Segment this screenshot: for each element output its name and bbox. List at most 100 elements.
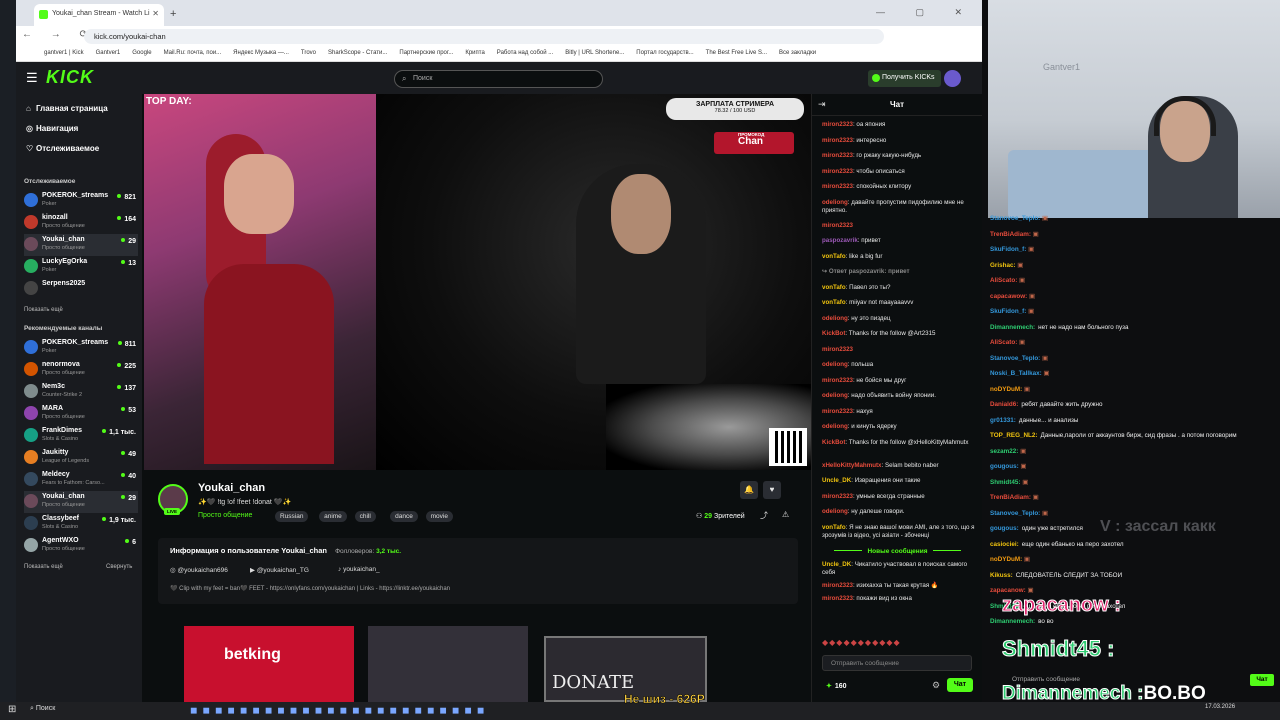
chat-username[interactable]: vonTafo (822, 284, 846, 291)
chat-username[interactable]: miron2323 (822, 168, 853, 175)
bookmark-item[interactable]: Крипта (465, 50, 484, 56)
sidebar-channel[interactable]: Youkai_chan Просто общение 29 (24, 491, 138, 513)
url-field[interactable]: kick.com/youkai-chan (84, 29, 884, 44)
sidebar-channel[interactable]: kinozall Просто общение 164 (24, 212, 138, 234)
bookmark-item[interactable]: Яндекс Музыка —... (233, 50, 289, 56)
sidebar-channel[interactable]: MARA Просто общение 53 (24, 403, 138, 425)
chat-username[interactable]: odeliong (822, 423, 848, 430)
bookmark-item[interactable]: gantver1 | Kick (44, 50, 84, 56)
chat-username[interactable]: miron2323 (822, 595, 853, 602)
panel-betking[interactable]: betking (184, 626, 354, 702)
social-tiktok[interactable]: ♪ youkaichan_ (338, 566, 380, 573)
sidebar-nav-item[interactable]: ⌂ Главная страница (26, 104, 108, 113)
browser-tab[interactable]: Youkai_chan Stream - Watch Li ✕ (34, 4, 164, 26)
chat-username[interactable]: KickBot (822, 330, 845, 337)
category-tag[interactable]: anime (319, 511, 347, 522)
video-player[interactable]: TOP DAY: ЗАРПЛАТА СТРИМЕРА 78.32 / 100 U… (144, 94, 811, 470)
bookmark-item[interactable]: Партнерские прог... (399, 50, 453, 56)
sidebar-channel[interactable]: Classybeef Slots & Casino 1,9 тыс. (24, 513, 138, 535)
bookmark-item[interactable]: Работа над собой ... (497, 50, 553, 56)
send-chat-button[interactable]: Чат (947, 678, 973, 692)
kick-logo[interactable]: KICK (46, 67, 94, 88)
sidebar-channel[interactable]: FrankDimes Slots & Casino 1,1 тыс. (24, 425, 138, 447)
get-kicks-button[interactable]: Получить KICKs (868, 70, 941, 87)
chat-username[interactable]: vonTafo (822, 253, 846, 260)
panel-image[interactable] (368, 626, 528, 702)
start-icon[interactable]: ⊞ (8, 704, 16, 715)
collapse-link[interactable]: Свернуть (106, 564, 132, 570)
chat-username[interactable]: odeliong (822, 508, 848, 515)
share-icon[interactable]: ⤴ (760, 510, 768, 521)
follow-heart-icon[interactable]: ♥ (763, 481, 781, 499)
channel-name[interactable]: Youkai_chan (198, 482, 265, 494)
chat-username[interactable]: miron2323 (822, 377, 853, 384)
bookmark-item[interactable]: The Best Free Live S... (706, 50, 767, 56)
chat-username[interactable]: odeliong (822, 392, 848, 399)
social-youtube[interactable]: ▶ @youkaichan_TG (250, 566, 309, 574)
show-more-link[interactable]: Показать ещё (24, 307, 63, 313)
category-tag[interactable]: movie (425, 511, 453, 522)
taskbar-app-icons[interactable]: ◼◼◼◼◼◼◼◼◼◼◼◼◼◼◼◼◼◼◼◼◼◼◼◼ (190, 705, 489, 716)
chat-username[interactable]: ↪ Ответ paspozavrik: привет (822, 268, 910, 275)
chat-username[interactable]: miron2323 (822, 408, 853, 415)
sidebar-channel[interactable]: POKEROK_streams Poker 821 (24, 190, 138, 212)
sidebar-channel[interactable]: nenormova Просто общение 225 (24, 359, 138, 381)
bookmark-item[interactable]: SharkScope - Стати... (328, 50, 387, 56)
chat-username[interactable]: odeliong (822, 199, 848, 206)
chat-username[interactable]: paspozavrik (822, 237, 858, 244)
user-avatar[interactable] (944, 70, 961, 87)
collapse-chat-icon[interactable]: ⇥ (818, 99, 826, 110)
about-links[interactable]: 🖤 Clip with my feet = ban🖤 FEET - https:… (170, 585, 450, 592)
channel-points[interactable]: 160 (826, 682, 847, 690)
bookmark-item[interactable]: Mail.Ru: почта, пои... (164, 50, 222, 56)
sidebar-channel[interactable]: Meldecy Fears to Fathom: Carso... 40 (24, 469, 138, 491)
bookmark-item[interactable]: Все закладки (779, 50, 816, 56)
taskbar-search[interactable]: ⌕ Поиск (30, 705, 120, 717)
chat-username[interactable]: miron2323 (822, 222, 853, 229)
window-controls[interactable]: — ▢ ✕ (876, 7, 976, 18)
search-input[interactable]: ⌕ Поиск (394, 70, 603, 88)
chat-input[interactable]: Отправить сообщение (822, 655, 972, 671)
bookmark-item[interactable]: Gantver1 (96, 50, 121, 56)
sidebar-channel[interactable]: LuckyEgOrka Poker 13 (24, 256, 138, 278)
chat-username[interactable]: odeliong (822, 315, 848, 322)
emote-bar[interactable]: ◆◆◆◆◆◆◆◆◆◆◆ (822, 638, 982, 650)
sidebar-nav-item[interactable]: ◎ Навигация (26, 124, 78, 133)
sidebar-channel[interactable]: Youkai_chan Просто общение 29 (24, 234, 138, 256)
show-more-link[interactable]: Показать ещё (24, 564, 63, 570)
chat-username[interactable]: vonTafo (822, 524, 846, 531)
chat-username[interactable]: xHelloKittyMahmutx (822, 462, 881, 469)
category-tag[interactable]: Russian (275, 511, 309, 522)
chat-username[interactable]: miron2323 (822, 346, 853, 353)
category-tag[interactable]: chill (354, 511, 376, 522)
chat-username[interactable]: odeliong (822, 361, 848, 368)
chat-username[interactable]: Uncle_DK (822, 477, 851, 484)
bell-icon[interactable]: 🔔 (740, 481, 758, 499)
report-icon[interactable]: ⚠ (782, 510, 789, 519)
sidebar-channel[interactable]: Nem3c Counter-Strike 2 137 (24, 381, 138, 403)
new-tab-button[interactable]: + (170, 8, 176, 20)
bookmark-item[interactable]: Bitly | URL Shortene... (565, 50, 624, 56)
sidebar-channel[interactable]: POKEROK_streams Poker 811 (24, 337, 138, 359)
sidebar-channel[interactable]: AgentWXO Просто общение 6 (24, 535, 138, 557)
sidebar-channel[interactable]: Jaukitty League of Legends 49 (24, 447, 138, 469)
bookmark-item[interactable]: Trovo (301, 50, 316, 56)
chat-username[interactable]: miron2323 (822, 152, 853, 159)
chat-username[interactable]: miron2323 (822, 121, 853, 128)
stream-category[interactable]: Просто общение (198, 512, 252, 519)
settings-icon[interactable]: ⚙ (932, 680, 940, 691)
chat-username[interactable]: miron2323 (822, 137, 853, 144)
chat-username[interactable]: Uncle_DK (822, 561, 851, 568)
chat-username[interactable]: miron2323 (822, 183, 853, 190)
sidebar-nav-item[interactable]: ♡ Отслеживаемое (26, 144, 99, 153)
category-tag[interactable]: dance (390, 511, 418, 522)
chat-username[interactable]: miron2323 (822, 493, 853, 500)
menu-icon[interactable]: ☰ (26, 70, 38, 86)
chat-username[interactable]: vonTafo (822, 299, 846, 306)
close-tab-icon[interactable]: ✕ (152, 9, 159, 18)
chat-username[interactable]: miron2323 (822, 582, 853, 589)
chat-username[interactable]: KickBot (822, 439, 845, 446)
sidebar-channel[interactable]: Serpens2025 (24, 278, 138, 300)
bookmark-item[interactable]: Google (132, 50, 151, 56)
bookmark-item[interactable]: Портал государств... (636, 50, 693, 56)
